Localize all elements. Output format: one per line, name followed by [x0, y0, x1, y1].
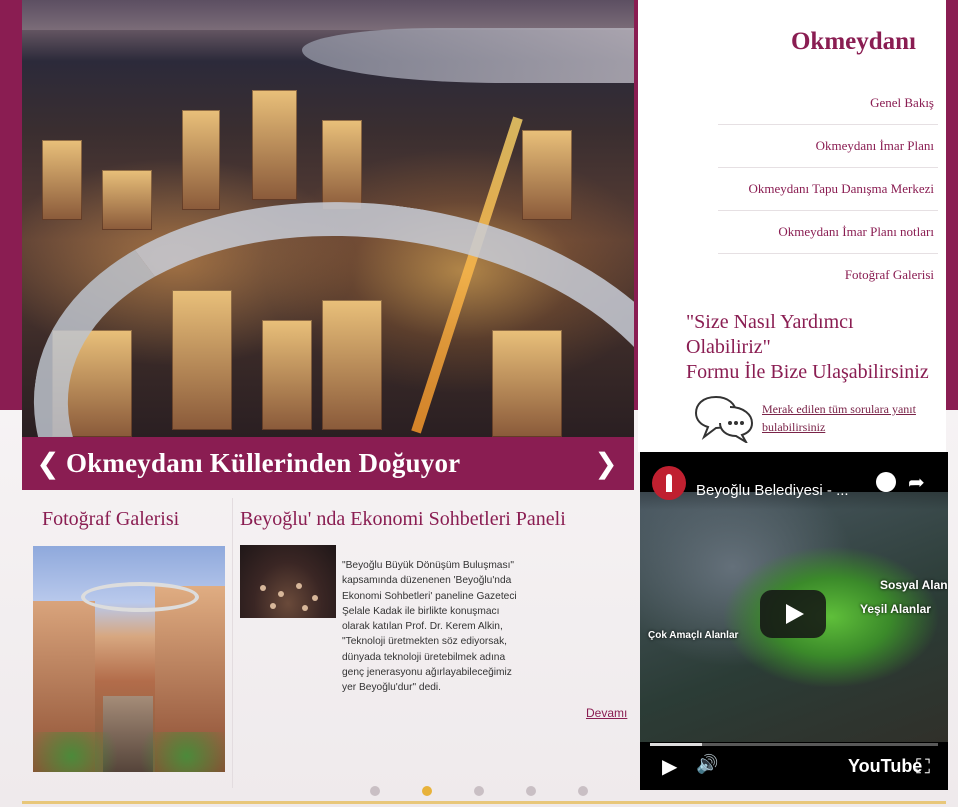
- sidebar-menu: Genel Bakış Okmeydanı İmar Planı Okmeyda…: [718, 82, 938, 296]
- gallery-heading[interactable]: Fotoğraf Galerisi: [42, 508, 179, 531]
- slider-caption-bar: ❮ Okmeydanı Küllerinden Doğuyor ❯: [22, 437, 634, 490]
- sidebar-item-genel-bakis[interactable]: Genel Bakış: [718, 82, 938, 125]
- read-more-link[interactable]: Devamı: [586, 706, 627, 720]
- gallery-section: Fotoğraf Galerisi: [22, 490, 232, 790]
- audience-dot: [302, 605, 308, 611]
- news-thumbnail[interactable]: [240, 545, 336, 618]
- volume-icon[interactable]: 🔊: [696, 754, 718, 775]
- contact-form-link[interactable]: "Size Nasıl Yardımcı Olabiliriz" Formu İ…: [686, 310, 936, 385]
- hero-sky: [22, 0, 634, 30]
- clock-icon[interactable]: [876, 472, 896, 492]
- sidebar-item-fotograf-galerisi[interactable]: Fotoğraf Galerisi: [718, 254, 938, 296]
- play-icon[interactable]: [760, 590, 826, 638]
- hero-building: [322, 120, 362, 210]
- hero-building: [182, 110, 220, 210]
- hero-building: [42, 140, 82, 220]
- youtube-logo[interactable]: YouTube: [848, 756, 922, 777]
- slider-dot[interactable]: [370, 786, 380, 796]
- hero-building: [522, 130, 572, 220]
- hero-building: [252, 90, 297, 200]
- audience-dot: [270, 603, 276, 609]
- sidebar-item-imar-plani[interactable]: Okmeydanı İmar Planı: [718, 125, 938, 168]
- gallery-image[interactable]: [33, 546, 225, 772]
- help-line-1: "Size Nasıl Yardımcı Olabiliriz": [686, 311, 854, 358]
- sidebar-item-tapu-danisma[interactable]: Okmeydanı Tapu Danışma Merkezi: [718, 168, 938, 211]
- channel-logo-icon[interactable]: [652, 466, 686, 500]
- gallery-trees: [33, 732, 225, 772]
- audience-dot: [312, 595, 318, 601]
- video-title[interactable]: Beyoğlu Belediyesi - ...: [696, 482, 849, 499]
- audience-dot: [260, 585, 266, 591]
- progress-fill: [650, 743, 702, 746]
- okmeydani-sidebar: Okmeydanı Genel Bakış Okmeydanı İmar Pla…: [638, 0, 946, 452]
- audience-dot: [278, 591, 284, 597]
- audience-dot: [296, 583, 302, 589]
- slider-image[interactable]: [22, 0, 634, 437]
- video-header: [640, 452, 948, 510]
- chevron-left-icon[interactable]: ❮: [30, 447, 66, 480]
- share-icon[interactable]: ➦: [908, 470, 925, 494]
- slider-dot[interactable]: [474, 786, 484, 796]
- faq-link[interactable]: Merak edilen tüm sorulara yanıt bulabili…: [762, 400, 922, 436]
- slider-dot[interactable]: [578, 786, 588, 796]
- slider-dot[interactable]: [526, 786, 536, 796]
- help-line-2: Formu İle Bize Ulaşabilirsiniz: [686, 361, 929, 383]
- news-heading[interactable]: Beyoğlu' nda Ekonomi Sohbetleri Paneli: [240, 508, 566, 531]
- chevron-right-icon[interactable]: ❯: [588, 447, 624, 480]
- hero-sea: [302, 28, 634, 83]
- youtube-player[interactable]: Beyoğlu Belediyesi - ... ➦ Sosyal Alan Y…: [640, 452, 948, 790]
- play-icon[interactable]: ▶: [662, 754, 677, 778]
- news-section: Beyoğlu' nda Ekonomi Sohbetleri Paneli "…: [236, 490, 632, 790]
- hero-building: [102, 170, 152, 230]
- fullscreen-icon[interactable]: ⛶: [916, 754, 930, 778]
- bottom-accent-line: [22, 801, 946, 804]
- column-divider: [232, 498, 233, 788]
- slider-title[interactable]: Okmeydanı Küllerinden Doğuyor: [66, 448, 460, 479]
- sidebar-title: Okmeydanı: [790, 28, 916, 55]
- gallery-bridge: [81, 582, 199, 612]
- sidebar-item-imar-plani-notlari[interactable]: Okmeydanı İmar Planı notları: [718, 211, 938, 254]
- speech-bubbles-icon: [694, 395, 754, 443]
- overlay-label-sosyal: Sosyal Alan: [880, 578, 948, 592]
- news-body: "Beyoğlu Büyük Dönüşüm Buluşması" kapsam…: [342, 560, 517, 694]
- video-controls: ▶ 🔊 YouTube ⛶: [640, 748, 948, 790]
- slider-dot[interactable]: [422, 786, 432, 796]
- overlay-label-yesil: Yeşil Alanlar: [860, 602, 931, 616]
- overlay-label-cok-amacli: Çok Amaçlı Alanlar: [648, 630, 739, 641]
- video-progress-bar[interactable]: [650, 743, 938, 746]
- slider-pagination: [370, 786, 600, 800]
